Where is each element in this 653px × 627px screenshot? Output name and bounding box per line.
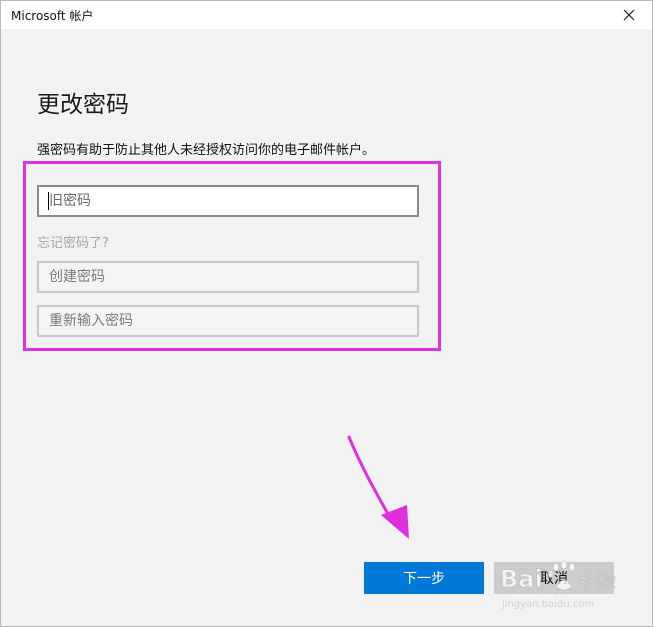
next-button[interactable]: 下一步 (364, 562, 484, 594)
page-description: 强密码有助于防止其他人未经授权访问你的电子邮件帐户。 (37, 143, 376, 158)
microsoft-account-dialog: Microsoft 帐户 更改密码 强密码有助于防止其他人未经授权访问你的电子邮… (0, 0, 653, 627)
window-title: Microsoft 帐户 (11, 9, 94, 23)
annotation-arrow-icon (347, 435, 409, 539)
close-button[interactable] (606, 1, 652, 29)
forgot-password-link[interactable]: 忘记密码了? (37, 232, 109, 251)
page-title: 更改密码 (37, 92, 129, 118)
old-password-input[interactable] (37, 185, 419, 217)
create-password-input[interactable] (37, 261, 419, 293)
close-icon (623, 9, 635, 21)
title-bar: Microsoft 帐户 (1, 1, 652, 29)
watermark-url: jingyan.baidu.com (501, 599, 594, 610)
cancel-button[interactable]: 取消 (494, 562, 614, 594)
reenter-password-input[interactable] (37, 305, 419, 337)
text-caret (48, 192, 49, 210)
